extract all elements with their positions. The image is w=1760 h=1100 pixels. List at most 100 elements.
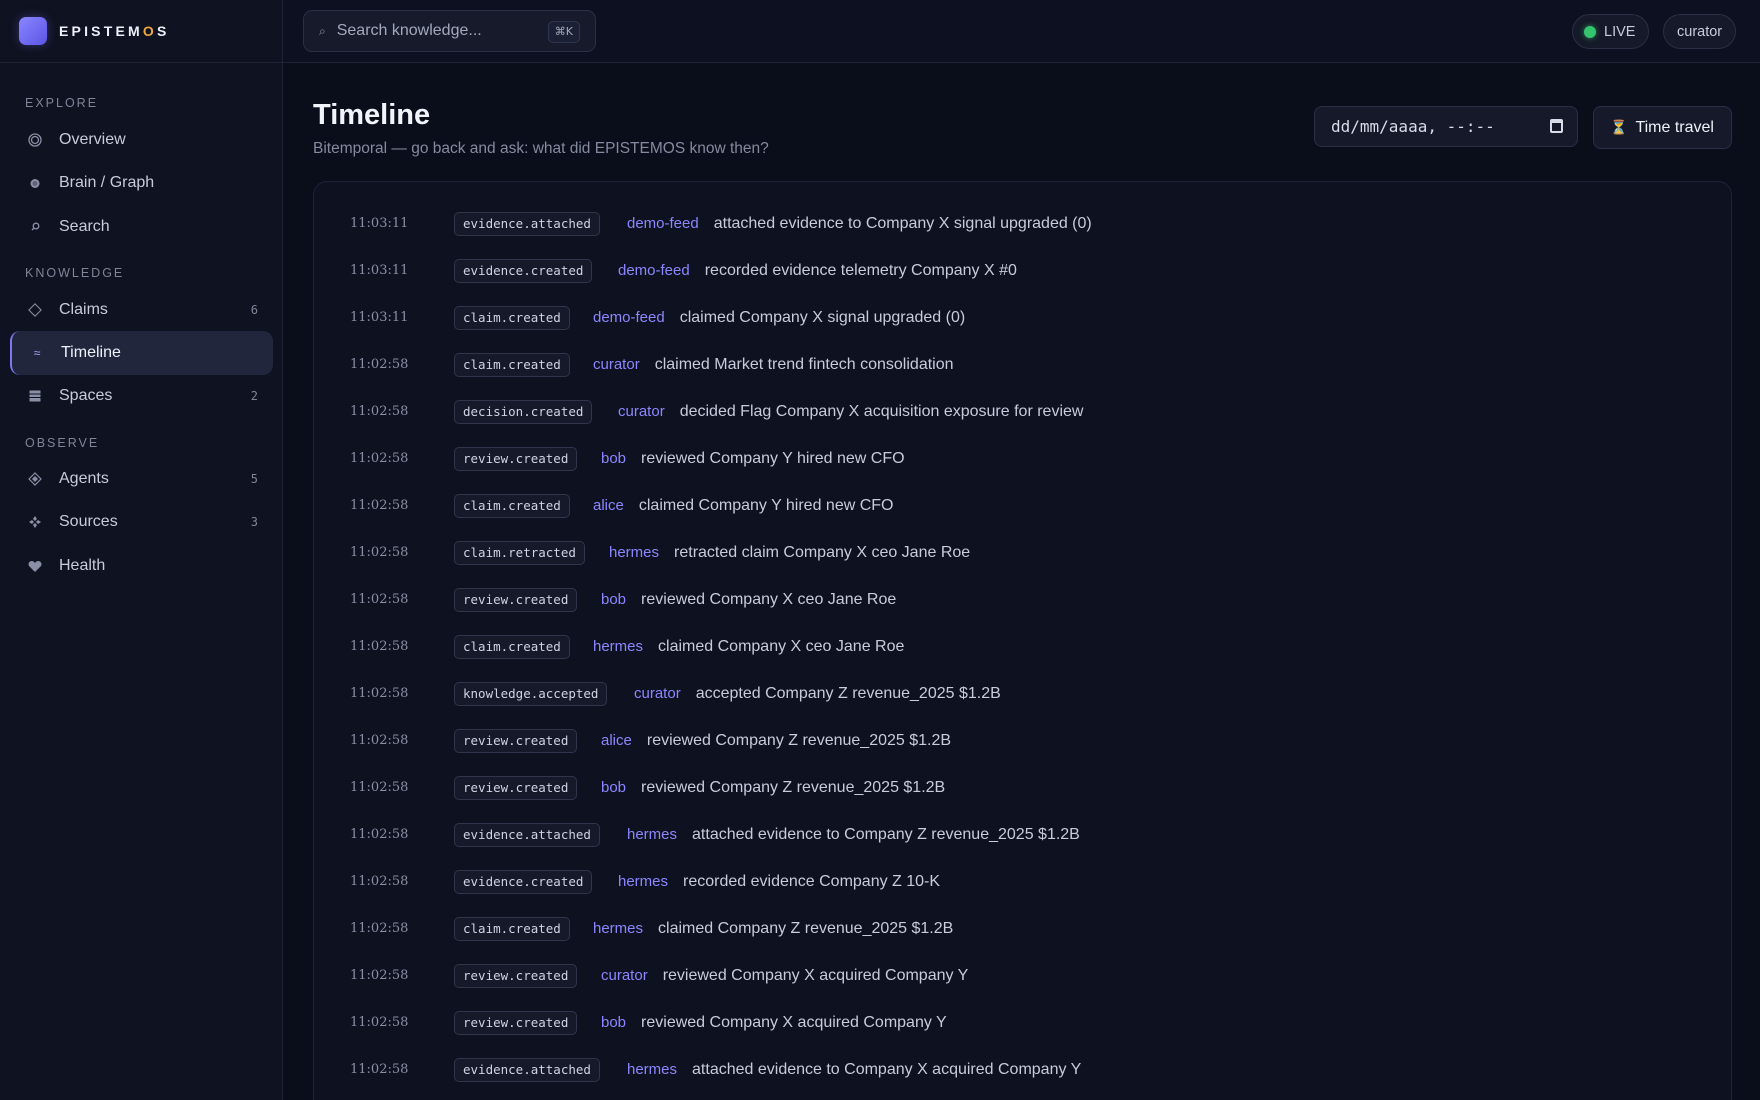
event-time: 11:02:58 xyxy=(350,545,409,560)
event-detail: curator accepted Company Z revenue_2025 $… xyxy=(634,685,1001,703)
event-type-badge: evidence.attached xyxy=(454,1057,600,1082)
agent-icon xyxy=(28,472,42,486)
event-time: 11:02:58 xyxy=(350,357,409,372)
sidebar-item-timeline[interactable]: ≈ Timeline xyxy=(10,331,273,375)
event-type-badge: review.created xyxy=(454,775,578,800)
live-indicator[interactable]: LIVE xyxy=(1572,14,1650,49)
event-actor[interactable]: alice xyxy=(593,497,624,514)
event-actor[interactable]: demo-feed xyxy=(618,262,690,279)
sidebar-item-label: Search xyxy=(59,218,110,235)
timeline-event-row[interactable]: 11:02:58 evidence.attached hermes attached … xyxy=(314,1046,1731,1093)
search-input[interactable]: ⌕ Search knowledge... ⌘K xyxy=(303,10,596,52)
event-actor[interactable]: curator xyxy=(634,685,681,702)
event-actor[interactable]: hermes xyxy=(627,1061,677,1078)
event-time: 11:02:58 xyxy=(350,1062,409,1077)
timeline-event-row[interactable]: 11:02:58 evidence.attached hermes attached … xyxy=(314,811,1731,858)
event-actor[interactable]: alice xyxy=(601,732,632,749)
event-actor[interactable]: hermes xyxy=(618,873,668,890)
timeline-event-row[interactable]: 11:02:58 review.created alice reviewed Comp… xyxy=(314,717,1731,764)
timeline-event-row[interactable]: 11:02:58 review.created bob reviewed Compan… xyxy=(314,435,1731,482)
event-detail: bob reviewed Company X ceo Jane Roe xyxy=(601,591,896,609)
event-time: 11:02:58 xyxy=(350,874,409,889)
event-type-badge: claim.created xyxy=(454,352,570,377)
app-root: EPISTEMOS EXPLORE Overview Brain / Graph… xyxy=(0,0,1760,1100)
event-detail: hermes recorded evidence Company Z 10-K xyxy=(618,873,940,891)
calendar-icon[interactable] xyxy=(1550,119,1563,133)
event-message: recorded evidence telemetry Company X #0 xyxy=(704,261,1017,279)
sidebar-item-overview[interactable]: Overview xyxy=(10,118,273,162)
search-placeholder: Search knowledge... xyxy=(336,22,482,39)
timeline-event-row[interactable]: 11:03:11 evidence.created demo-feed recorde… xyxy=(314,247,1731,294)
event-actor[interactable]: curator xyxy=(593,356,640,373)
event-detail: hermes attached evidence to Company X acq… xyxy=(627,1061,1081,1079)
event-detail: alice claimed Company Y hired new CFO xyxy=(593,497,894,515)
timeline-event-row[interactable]: 11:03:11 claim.created demo-feed claimed Co… xyxy=(314,294,1731,341)
timeline-event-row[interactable]: 11:02:58 knowledge.accepted curator accepte… xyxy=(314,670,1731,717)
sidebar-item-claims[interactable]: Claims 6 xyxy=(10,288,273,332)
event-type-badge: evidence.created xyxy=(454,258,593,283)
event-type-badge: claim.created xyxy=(454,493,570,518)
event-message: claimed Market trend fintech consolidati… xyxy=(654,355,954,373)
event-message: claimed Company Z revenue_2025 $1.2B xyxy=(658,919,954,937)
event-actor[interactable]: bob xyxy=(601,450,626,467)
event-message: claimed Company X signal upgraded (0) xyxy=(679,308,966,326)
hourglass-icon: ⏳ xyxy=(1610,119,1628,135)
timeline-event-row[interactable]: 11:02:58 review.created curator reviewed Co… xyxy=(314,952,1731,999)
event-actor[interactable]: hermes xyxy=(609,544,659,561)
event-actor[interactable]: bob xyxy=(601,591,626,608)
brand[interactable]: EPISTEMOS xyxy=(0,0,282,63)
sidebar-item-agents[interactable]: Agents 5 xyxy=(10,457,273,501)
event-feed[interactable]: 11:03:11 evidence.attached demo-feed attach… xyxy=(313,181,1732,1100)
sidebar-item-label: Overview xyxy=(59,131,126,148)
sidebar-item-health[interactable]: Health xyxy=(10,544,273,588)
live-label: LIVE xyxy=(1604,23,1636,40)
event-actor[interactable]: bob xyxy=(601,779,626,796)
event-type-badge: review.created xyxy=(454,963,578,988)
sidebar-item-label: Sources xyxy=(59,513,118,530)
event-type-badge: review.created xyxy=(454,728,578,753)
timeline-event-row[interactable]: 11:02:58 review.created bob reviewed Compan… xyxy=(314,764,1731,811)
heart-icon xyxy=(28,559,42,573)
datetime-input[interactable]: dd/mm/aaaa, --:-- xyxy=(1314,106,1578,147)
event-detail: bob reviewed Company Y hired new CFO xyxy=(601,450,905,468)
user-chip[interactable]: curator xyxy=(1663,14,1737,49)
event-time: 11:02:58 xyxy=(350,686,409,701)
event-time: 11:02:58 xyxy=(350,1015,409,1030)
event-detail: demo-feed attached evidence to Company X … xyxy=(627,215,1092,233)
event-actor[interactable]: demo-feed xyxy=(593,309,665,326)
time-travel-button[interactable]: ⏳ Time travel xyxy=(1593,106,1732,149)
event-actor[interactable]: demo-feed xyxy=(627,215,699,232)
timeline-event-row[interactable]: 11:02:58 review.created bob reviewed Compan… xyxy=(314,999,1731,1046)
main-content: Timeline Bitemporal — go back and ask: w… xyxy=(283,63,1760,1100)
event-type-badge: claim.created xyxy=(454,916,570,941)
timeline-event-row[interactable]: 11:02:58 claim.created alice claimed Compan… xyxy=(314,482,1731,529)
sidebar-item-sources[interactable]: Sources 3 xyxy=(10,500,273,544)
event-actor[interactable]: hermes xyxy=(593,638,643,655)
timeline-event-row[interactable]: 11:02:58 evidence.created hermes recorded e… xyxy=(314,858,1731,905)
sidebar-item-label: Claims xyxy=(59,301,108,318)
timeline-event-row[interactable]: 11:02:58 claim.created hermes claimed Compa… xyxy=(314,905,1731,952)
spaces-count: 2 xyxy=(250,389,258,403)
event-actor[interactable]: curator xyxy=(618,403,665,420)
event-message: recorded evidence Company Z 10-K xyxy=(683,872,941,890)
sidebar-item-search[interactable]: Search xyxy=(10,205,273,249)
sidebar-item-brain-graph[interactable]: Brain / Graph xyxy=(10,161,273,205)
event-message: claimed Company Y hired new CFO xyxy=(638,496,894,514)
event-type-badge: review.created xyxy=(454,587,578,612)
timeline-event-row[interactable]: 11:03:11 evidence.attached demo-feed attach… xyxy=(314,200,1731,247)
timeline-event-row[interactable]: 11:02:58 claim.retracted hermes retracted c… xyxy=(314,529,1731,576)
sidebar-item-spaces[interactable]: Spaces 2 xyxy=(10,374,273,418)
event-actor[interactable]: bob xyxy=(601,1014,626,1031)
sidebar-item-label: Agents xyxy=(59,470,109,487)
event-actor[interactable]: hermes xyxy=(593,920,643,937)
event-actor[interactable]: curator xyxy=(601,967,648,984)
event-detail: hermes claimed Company X ceo Jane Roe xyxy=(593,638,904,656)
sidebar-item-label: Health xyxy=(59,557,106,574)
timeline-event-row[interactable]: 11:02:58 claim.created curator claimed Mark… xyxy=(314,341,1731,388)
timeline-event-row[interactable]: 11:02:58 review.created bob reviewed Compan… xyxy=(314,576,1731,623)
page-subtitle: Bitemporal — go back and ask: what did E… xyxy=(313,140,769,157)
event-type-badge: review.created xyxy=(454,1010,578,1035)
timeline-event-row[interactable]: 11:02:58 decision.created curator decided F… xyxy=(314,388,1731,435)
event-actor[interactable]: hermes xyxy=(627,826,677,843)
timeline-event-row[interactable]: 11:02:58 claim.created hermes claimed Compa… xyxy=(314,623,1731,670)
